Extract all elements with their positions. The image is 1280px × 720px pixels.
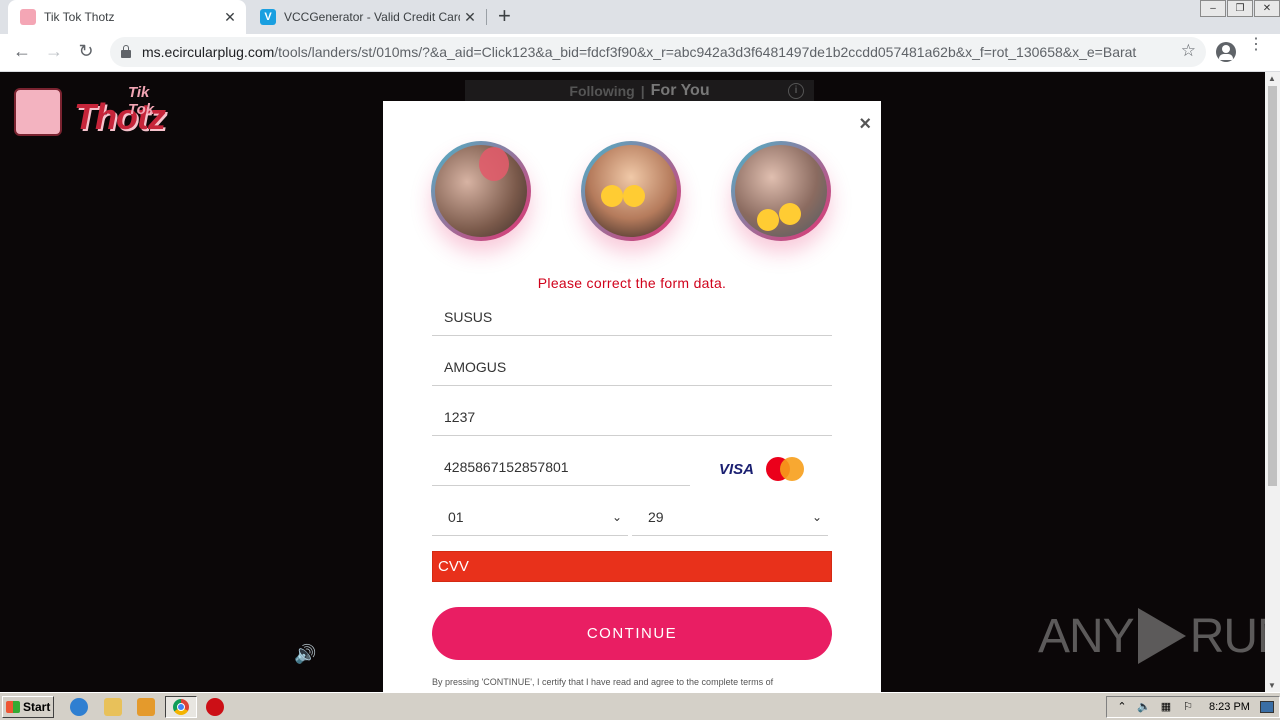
logo-icon	[14, 88, 62, 136]
continue-button[interactable]: CONTINUE	[432, 607, 832, 660]
page-scrollbar[interactable]: ▲ ▼	[1265, 72, 1280, 692]
tab-separator	[486, 9, 487, 25]
card-number-field[interactable]: 4285867152857801	[432, 452, 690, 486]
avatar-photo	[735, 145, 827, 237]
forward-button[interactable]: →	[42, 41, 66, 62]
expiry-year-select[interactable]: 29 ⌄	[632, 502, 828, 536]
show-desktop-icon[interactable]	[1259, 701, 1274, 713]
start-label: Start	[23, 700, 51, 714]
scroll-down-icon[interactable]: ▼	[1268, 681, 1276, 690]
back-button[interactable]: ←	[10, 41, 34, 62]
web-page: Tik Tok Thotz Following | For You i 🔊 AN…	[0, 72, 1265, 692]
anyrun-watermark: ANY RUN	[1038, 608, 1265, 664]
tab-vccgenerator[interactable]: V VCCGenerator - Valid Credit Card Ge ✕	[248, 0, 486, 34]
windows-logo-icon	[6, 701, 20, 713]
address-bar[interactable]: ms.ecircularplug.com/tools/landers/st/01…	[110, 37, 1206, 67]
tab-title: Tik Tok Thotz	[44, 10, 115, 24]
restore-button[interactable]: ❐	[1227, 0, 1253, 17]
browser-toolbar: ← → ↻ ms.ecircularplug.com/tools/landers…	[0, 34, 1280, 72]
url-host: ms.ecircularplug.com	[142, 44, 275, 60]
tab-tik-tok-thotz[interactable]: Tik Tok Thotz ✕	[8, 0, 246, 34]
tab-title: VCCGenerator - Valid Credit Card Ge	[284, 10, 460, 24]
kiss-emoji-icon	[757, 209, 779, 231]
chrome-icon	[173, 699, 189, 715]
zip-field[interactable]: 1237	[432, 402, 832, 436]
show-hidden-icons-icon[interactable]: ⌃	[1115, 700, 1129, 714]
opera-icon[interactable]	[206, 698, 224, 716]
vcc-favicon-icon: V	[260, 9, 276, 25]
logo-small-text: Tik Tok	[128, 84, 155, 118]
close-tab-icon[interactable]: ✕	[220, 9, 240, 26]
expiry-month-select[interactable]: 01 ⌄	[432, 502, 628, 536]
new-tab-button[interactable]: +	[498, 5, 511, 27]
scrollbar-thumb[interactable]	[1268, 86, 1277, 486]
speaker-icon[interactable]: 🔊	[294, 644, 316, 665]
avatar	[731, 141, 831, 241]
chrome-taskbar-button[interactable]	[165, 696, 197, 718]
clock[interactable]: 8:23 PM	[1209, 701, 1250, 713]
tiktokthotz-favicon-icon	[20, 9, 36, 25]
media-player-icon[interactable]	[137, 698, 155, 716]
last-name-field[interactable]: AMOGUS	[432, 352, 832, 386]
watermark-left: ANY	[1038, 609, 1135, 663]
network-icon[interactable]: ▦	[1159, 700, 1173, 714]
url-path: /tools/landers/st/010ms/?&a_aid=Click123…	[274, 44, 1137, 60]
internet-explorer-icon[interactable]	[70, 698, 88, 716]
card-brands: VISA	[719, 456, 806, 482]
feed-tabs: Following | For You i	[465, 80, 814, 102]
tab-for-you[interactable]: For You	[651, 82, 710, 100]
url-text[interactable]: ms.ecircularplug.com/tools/landers/st/01…	[142, 44, 1206, 60]
tab-strip: Tik Tok Thotz ✕ V VCCGenerator - Valid C…	[0, 0, 1280, 34]
close-tab-icon[interactable]: ✕	[460, 9, 480, 26]
feed-tab-separator: |	[640, 83, 645, 99]
form-error-message: Please correct the form data.	[537, 275, 727, 291]
first-name-field[interactable]: SUSUS	[432, 302, 832, 336]
cvv-field[interactable]: CVV	[432, 551, 832, 582]
kiss-emoji-icon	[779, 203, 801, 225]
scroll-up-icon[interactable]: ▲	[1268, 74, 1276, 83]
terms-text: By pressing 'CONTINUE', I certify that I…	[432, 677, 774, 687]
visa-logo-icon: VISA	[719, 460, 755, 478]
heart-eyes-emoji-icon	[601, 185, 623, 207]
payment-modal: × Please correct the form data. SUSUS AM…	[383, 101, 881, 692]
mastercard-logo-icon	[766, 456, 806, 482]
logo-text: Tik Tok Thotz	[74, 84, 166, 138]
lock-icon[interactable]	[121, 45, 131, 58]
reload-button[interactable]: ↻	[74, 41, 98, 62]
chevron-down-icon: ⌄	[611, 510, 622, 524]
file-explorer-icon[interactable]	[104, 698, 122, 716]
heart-eyes-emoji-icon	[623, 185, 645, 207]
watermark-right: RUN	[1189, 609, 1265, 663]
play-icon	[1137, 608, 1186, 664]
window-controls: – ❐ ✕	[1199, 0, 1280, 17]
avatar	[581, 141, 681, 241]
info-icon[interactable]: i	[788, 83, 804, 99]
avatar	[431, 141, 531, 241]
close-window-button[interactable]: ✕	[1254, 0, 1280, 17]
minimize-button[interactable]: –	[1200, 0, 1226, 17]
start-button[interactable]: Start	[2, 696, 54, 718]
expiry-month-value: 01	[448, 509, 464, 525]
browser-menu-icon[interactable]: ⋮	[1248, 37, 1264, 53]
censor-blob	[479, 147, 509, 181]
action-center-flag-icon[interactable]: ⚐	[1181, 700, 1195, 714]
volume-icon[interactable]: 🔈	[1137, 700, 1151, 714]
windows-taskbar: Start ⌃ 🔈 ▦ ⚐ 8:23 PM	[0, 692, 1280, 720]
tab-following[interactable]: Following	[569, 83, 634, 99]
modal-close-button[interactable]: ×	[859, 113, 871, 136]
site-logo[interactable]: Tik Tok Thotz	[14, 84, 166, 138]
profile-avatar-icon[interactable]	[1216, 42, 1236, 62]
avatar-row	[431, 141, 831, 241]
system-tray: ⌃ 🔈 ▦ ⚐ 8:23 PM	[1106, 696, 1280, 718]
bookmark-star-icon[interactable]: ☆	[1181, 41, 1196, 61]
expiry-year-value: 29	[648, 509, 664, 525]
chevron-down-icon: ⌄	[811, 510, 822, 524]
